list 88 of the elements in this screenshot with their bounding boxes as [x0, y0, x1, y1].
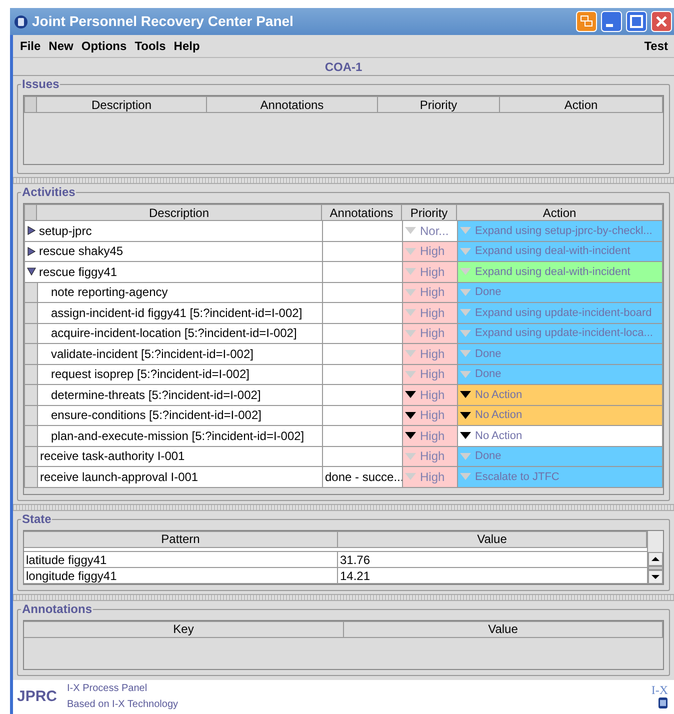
- table-cell: rescue figgy41: [37, 262, 322, 282]
- priority-cell[interactable]: High: [402, 303, 457, 324]
- column-header[interactable]: Key: [24, 620, 344, 638]
- dropdown-icon[interactable]: [460, 412, 471, 419]
- scroll-up-icon[interactable]: [648, 552, 663, 566]
- table-cell: ensure-conditions [5:?incident-id=I-002]: [37, 406, 322, 426]
- footer-text: Based on I-X Technology: [67, 698, 178, 712]
- priority-cell[interactable]: High: [402, 446, 457, 467]
- column-header[interactable]: Action: [457, 204, 663, 221]
- priority-cell[interactable]: High: [402, 282, 457, 303]
- app-icon: [14, 14, 28, 28]
- dropdown-icon[interactable]: [405, 412, 416, 419]
- splitter-bar[interactable]: [13, 504, 674, 510]
- priority-cell[interactable]: High: [402, 344, 457, 364]
- dropdown-icon[interactable]: [460, 432, 471, 440]
- column-header[interactable]: Pattern: [24, 530, 338, 548]
- priority-cell[interactable]: High: [402, 324, 457, 344]
- priority-cell[interactable]: High: [402, 467, 457, 488]
- action-cell[interactable]: No Action: [457, 385, 663, 406]
- table-cell: receive launch-approval I-001: [37, 467, 322, 488]
- column-header[interactable]: Annotations: [322, 204, 402, 221]
- menu-item[interactable]: File: [17, 37, 44, 55]
- priority-cell[interactable]: High: [402, 426, 457, 446]
- plan-title: COA-1: [13, 58, 674, 76]
- section-title: State: [21, 512, 52, 526]
- action-cell[interactable]: Done: [457, 446, 663, 467]
- app-icon: [658, 697, 668, 710]
- priority-cell[interactable]: High: [402, 242, 457, 262]
- action-cell[interactable]: Escalate to JTFC: [457, 467, 663, 488]
- column-header[interactable]: Value: [344, 620, 663, 638]
- column-header[interactable]: Action: [500, 96, 663, 113]
- table-cell: assign-incident-id figgy41 [5:?incident-id=I-002]: [37, 303, 322, 324]
- dropdown-icon[interactable]: [405, 432, 416, 440]
- table-cell: acquire-incident-location [5:?incident-id=I-002]: [37, 324, 322, 344]
- column-header[interactable]: Description: [37, 96, 207, 113]
- action-cell[interactable]: Done: [457, 364, 663, 385]
- priority-cell[interactable]: High: [402, 406, 457, 426]
- section-title: Annotations: [21, 602, 93, 616]
- column-header[interactable]: Description: [37, 204, 322, 221]
- table-cell: note reporting-agency: [37, 282, 322, 303]
- action-cell[interactable]: No Action: [457, 426, 663, 446]
- action-cell[interactable]: Expand using update-incident-board: [457, 303, 663, 324]
- window-title: Joint Personnel Recovery Center Panel: [32, 12, 294, 31]
- priority-cell[interactable]: Nor...: [402, 221, 457, 242]
- menu-item[interactable]: Options: [78, 37, 130, 55]
- menu-item[interactable]: Help: [170, 37, 203, 55]
- table-cell: request isoprep [5:?incident-id=I-002]: [37, 364, 322, 385]
- scroll-down-icon[interactable]: [648, 570, 663, 584]
- table-cell: longitude figgy41: [24, 568, 338, 584]
- scrollbar[interactable]: [647, 530, 663, 584]
- column-header[interactable]: Value: [338, 530, 647, 548]
- table-cell: rescue shaky45: [37, 242, 322, 262]
- footer-text: I-X Process Panel: [67, 682, 148, 696]
- table-cell: done - succe...: [322, 467, 402, 488]
- action-cell[interactable]: No Action: [457, 406, 663, 426]
- action-cell[interactable]: Expand using setup-jprc-by-checkl...: [457, 221, 663, 242]
- priority-cell[interactable]: High: [402, 364, 457, 385]
- close-icon[interactable]: [651, 11, 672, 32]
- splitter-bar[interactable]: [13, 594, 674, 600]
- menu-item[interactable]: Test: [644, 37, 670, 55]
- scroll-thumb-icon[interactable]: [648, 566, 663, 570]
- menu-item[interactable]: Tools: [132, 37, 169, 55]
- table-cell: 14.21: [338, 568, 647, 584]
- table-cell: receive task-authority I-001: [37, 446, 322, 467]
- logo-text: I-X: [651, 684, 668, 698]
- table-cell: setup-jprc: [37, 221, 322, 242]
- maximize-icon[interactable]: [626, 11, 647, 32]
- section-title: Issues: [21, 77, 60, 91]
- section-title: Activities: [21, 185, 76, 199]
- priority-cell[interactable]: High: [402, 262, 457, 282]
- action-cell[interactable]: Expand using update-incident-loca...: [457, 324, 663, 344]
- action-cell[interactable]: Expand using deal-with-incident: [457, 262, 663, 282]
- action-cell[interactable]: Expand using deal-with-incident: [457, 242, 663, 262]
- action-cell[interactable]: Done: [457, 344, 663, 364]
- column-header[interactable]: Priority: [378, 96, 500, 113]
- splitter-bar[interactable]: [13, 177, 674, 184]
- minimize-icon[interactable]: [601, 11, 622, 32]
- dropdown-icon[interactable]: [460, 391, 471, 398]
- windows-icon[interactable]: [576, 11, 597, 32]
- priority-cell[interactable]: High: [402, 385, 457, 406]
- table-cell: plan-and-execute-mission [5:?incident-id=I-002]: [37, 426, 322, 446]
- logo-text: JPRC: [17, 686, 58, 706]
- table-cell: validate-incident [5:?incident-id=I-002]: [37, 344, 322, 364]
- column-header[interactable]: Annotations: [207, 96, 378, 113]
- dropdown-icon[interactable]: [405, 391, 416, 398]
- table-cell: determine-threats [5:?incident-id=I-002]: [37, 385, 322, 406]
- menu-item[interactable]: New: [46, 37, 76, 55]
- action-cell[interactable]: Done: [457, 282, 663, 303]
